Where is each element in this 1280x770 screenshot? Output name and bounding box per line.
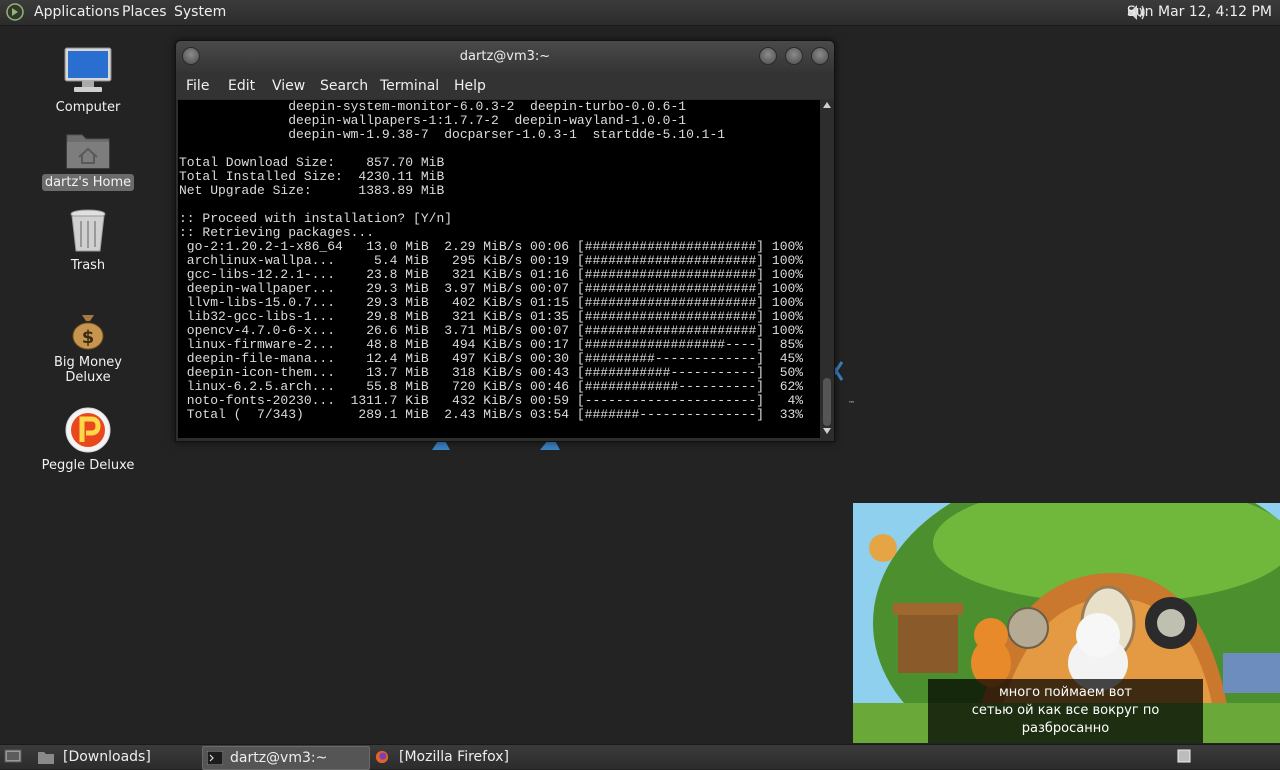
- terminal-line: go-2:1.20.2-1-x86_64 13.0 MiB 2.29 MiB/s…: [179, 239, 804, 254]
- desktop-icon-label: Computer: [55, 100, 121, 115]
- close-button[interactable]: [811, 47, 829, 65]
- terminal-menubar: File Edit View Search Terminal Help: [176, 72, 834, 99]
- video-subtitles: много поймаем вот сетью ой как все вокру…: [928, 679, 1203, 743]
- places-menu[interactable]: Places: [122, 4, 167, 20]
- terminal-line: deepin-file-mana... 12.4 MiB 497 KiB/s 0…: [179, 351, 804, 366]
- peggle-ball-icon: [65, 407, 111, 453]
- menu-view[interactable]: View: [272, 78, 305, 94]
- svg-text:$: $: [82, 327, 95, 348]
- terminal-line: opencv-4.7.0-6-x... 26.6 MiB 3.71 MiB/s …: [179, 323, 804, 338]
- terminal-line: deepin-wallpapers-1:1.7.7-2 deepin-wayla…: [179, 113, 687, 128]
- terminal-line: Total Installed Size: 4230.11 MiB: [179, 169, 445, 184]
- task-label: [Downloads]: [63, 749, 151, 765]
- task-label: [Mozilla Firefox]: [399, 749, 509, 765]
- terminal-line: Net Upgrade Size: 1383.89 MiB: [179, 183, 445, 198]
- desktop-icon-computer[interactable]: Computer: [28, 46, 148, 116]
- terminal-line: Total Download Size: 857.70 MiB: [179, 155, 445, 170]
- menu-help[interactable]: Help: [454, 78, 486, 94]
- terminal-line: Total ( 7/343) 289.1 MiB 2.43 MiB/s 03:5…: [179, 407, 804, 422]
- app-menu-logo-icon[interactable]: [6, 3, 24, 21]
- desktop-icon-big-money[interactable]: $ Big Money Deluxe: [28, 309, 148, 386]
- money-bag-icon: $: [72, 315, 104, 350]
- terminal-icon: [207, 751, 223, 765]
- terminal-scrollbar[interactable]: [821, 100, 833, 438]
- desktop-icon-label: Big Money Deluxe: [53, 355, 122, 385]
- menu-terminal[interactable]: Terminal: [380, 78, 439, 94]
- trash-can-icon: [70, 209, 106, 252]
- subtitle-line: много поймаем вот: [999, 685, 1132, 700]
- terminal-output[interactable]: deepin-system-monitor-6.0.3-2 deepin-tur…: [178, 100, 820, 438]
- firefox-icon: [375, 750, 389, 764]
- scroll-down-arrow-icon[interactable]: [823, 428, 831, 434]
- desktop-icon-label: Trash: [70, 258, 106, 273]
- svg-text:™: ™: [848, 400, 855, 408]
- terminal-line: lib32-gcc-libs-1... 29.8 MiB 321 KiB/s 0…: [179, 309, 804, 324]
- bottom-panel: [Downloads] dartz@vm3:~ [Mozilla Firefox…: [0, 744, 1280, 770]
- desktop-icon-label: dartz's Home: [41, 174, 135, 191]
- terminal-line: gcc-libs-12.2.1-... 23.8 MiB 321 KiB/s 0…: [179, 267, 804, 282]
- terminal-window[interactable]: dartz@vm3:~ File Edit View Search Termin…: [175, 40, 835, 442]
- terminal-line: linux-firmware-2... 48.8 MiB 494 KiB/s 0…: [179, 337, 804, 352]
- task-terminal[interactable]: dartz@vm3:~: [202, 746, 370, 770]
- task-downloads[interactable]: [Downloads]: [34, 746, 200, 768]
- panel-clock[interactable]: Sun Mar 12, 4:12 PM: [1127, 4, 1272, 20]
- terminal-line: :: Retrieving packages...: [179, 225, 375, 240]
- system-menu[interactable]: System: [174, 4, 226, 20]
- desktop-icon-home[interactable]: dartz's Home: [28, 127, 148, 191]
- maximize-button[interactable]: [785, 47, 803, 65]
- terminal-line: deepin-wallpaper... 29.3 MiB 3.97 MiB/s …: [179, 281, 804, 296]
- desktop-icon-trash[interactable]: Trash: [28, 208, 148, 274]
- applications-menu[interactable]: Applications: [34, 4, 120, 20]
- task-firefox[interactable]: [Mozilla Firefox]: [370, 746, 550, 768]
- desktop-icon-peggle[interactable]: Peggle Deluxe: [28, 406, 148, 474]
- desktop-icon-label: Peggle Deluxe: [41, 458, 135, 473]
- window-titlebar[interactable]: dartz@vm3:~: [176, 41, 834, 72]
- subtitle-line: сетью ой как все вокруг по разбросанно: [971, 703, 1160, 736]
- folder-icon: [38, 752, 54, 764]
- scroll-up-arrow-icon[interactable]: [823, 102, 831, 108]
- terminal-line: llvm-libs-15.0.7... 29.3 MiB 402 KiB/s 0…: [179, 295, 804, 310]
- video-player[interactable]: много поймаем вот сетью ой как все вокру…: [853, 503, 1280, 743]
- menu-search[interactable]: Search: [320, 78, 368, 94]
- terminal-line: noto-fonts-20230... 1311.7 KiB 432 KiB/s…: [179, 393, 804, 408]
- terminal-line: deepin-system-monitor-6.0.3-2 deepin-tur…: [179, 100, 687, 114]
- menu-edit[interactable]: Edit: [228, 78, 255, 94]
- menu-file[interactable]: File: [186, 78, 209, 94]
- minimize-button[interactable]: [759, 47, 777, 65]
- terminal-line: archlinux-wallpa... 5.4 MiB 295 KiB/s 00…: [179, 253, 804, 268]
- workspace-switcher-icon[interactable]: [1177, 749, 1191, 763]
- scrollbar-thumb[interactable]: [823, 378, 831, 426]
- window-title: dartz@vm3:~: [459, 49, 551, 64]
- home-folder-icon: [66, 134, 110, 169]
- terminal-line: :: Proceed with installation? [Y/n]: [179, 211, 453, 226]
- computer-monitor-icon: [64, 47, 112, 92]
- terminal-line: linux-6.2.5.arch... 55.8 MiB 720 KiB/s 0…: [179, 379, 804, 394]
- show-desktop-icon[interactable]: [4, 749, 22, 765]
- top-panel: Applications Places System Sun Mar 12, 4…: [0, 0, 1280, 26]
- task-label: dartz@vm3:~: [230, 750, 328, 766]
- terminal-line: deepin-wm-1.9.38-7 docparser-1.0.3-1 sta…: [179, 127, 726, 142]
- terminal-line: deepin-icon-them... 13.7 MiB 318 KiB/s 0…: [179, 365, 804, 380]
